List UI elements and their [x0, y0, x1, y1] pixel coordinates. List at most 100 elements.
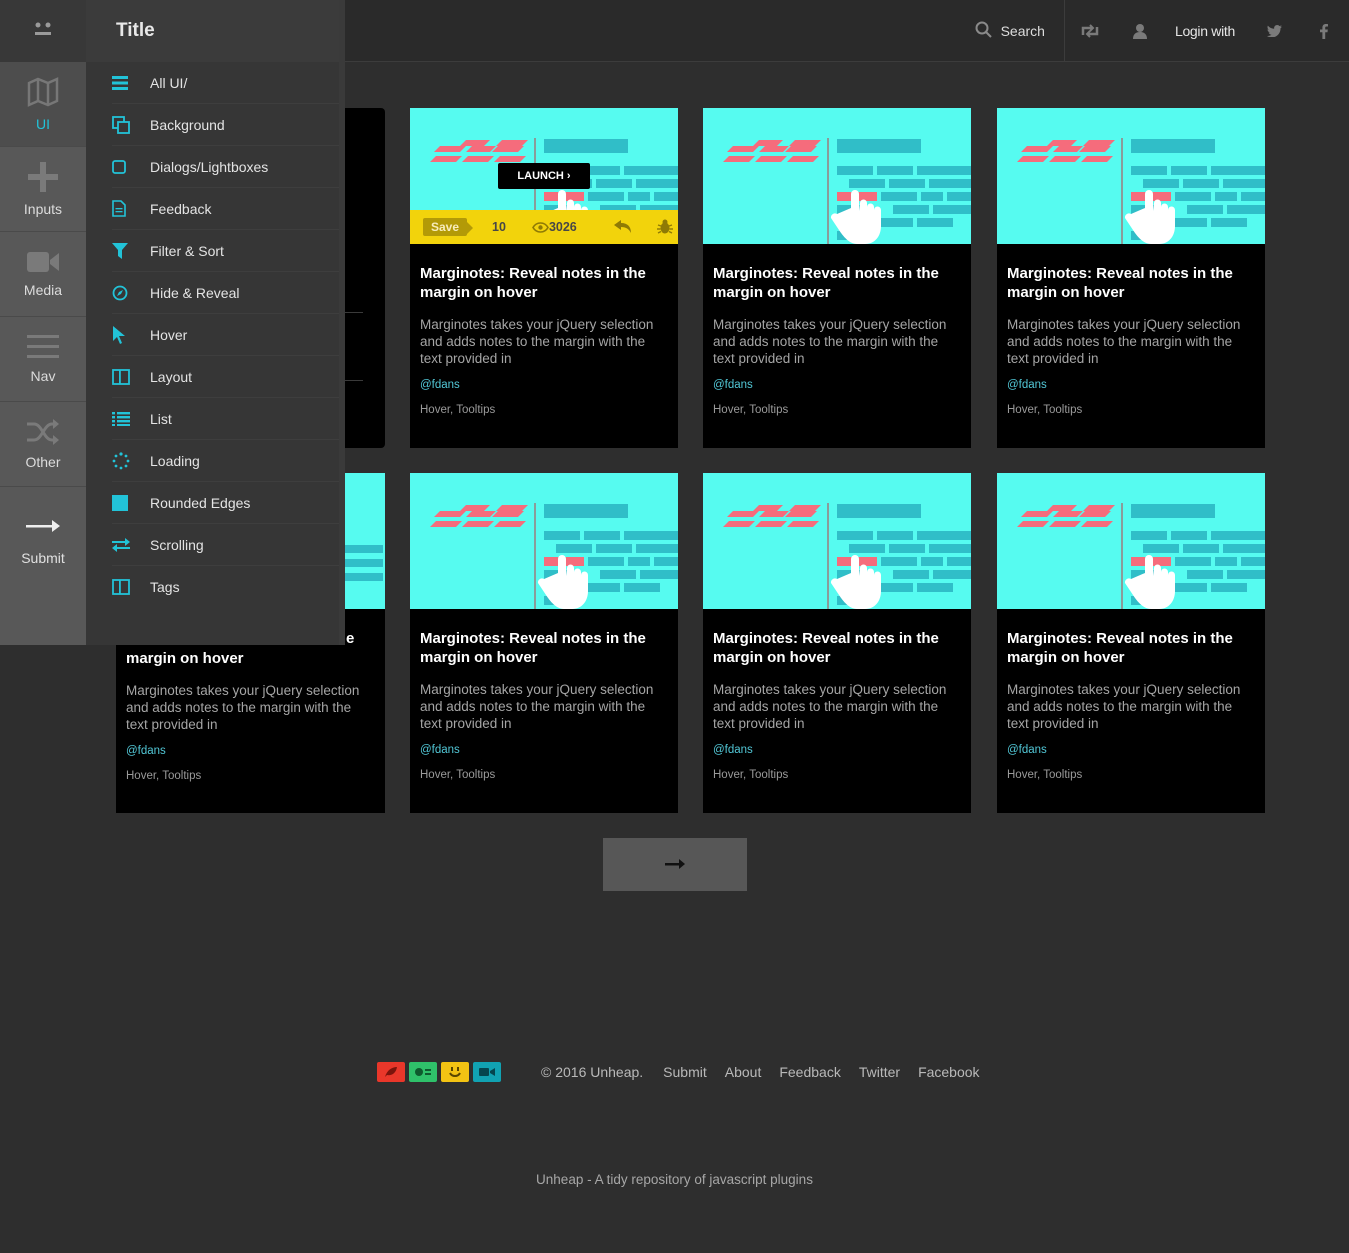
launch-button[interactable]: LAUNCH ›: [498, 163, 590, 189]
card-body: Marginotes: Reveal notes in the margin o…: [410, 244, 678, 416]
card-tags[interactable]: Hover, Tooltips: [1007, 769, 1255, 781]
toggle-icon[interactable]: [409, 1062, 437, 1082]
card-description: Marginotes takes your jQuery selection a…: [420, 317, 654, 366]
next-page-button[interactable]: [603, 838, 747, 891]
plugin-card[interactable]: Marginotes: Reveal notes in the margin o…: [410, 473, 678, 813]
footer-link-about[interactable]: About: [725, 1064, 762, 1080]
flyout-item-hover[interactable]: Hover: [112, 314, 339, 356]
card-description: Marginotes takes your jQuery selection a…: [1007, 682, 1241, 731]
card-tags[interactable]: Hover, Tooltips: [420, 769, 668, 781]
video-camera-icon: [27, 251, 59, 276]
flyout-item-rounded-edges[interactable]: Rounded Edges: [112, 482, 339, 524]
card-title[interactable]: Marginotes: Reveal notes in the margin o…: [1007, 629, 1255, 667]
footer-link-feedback[interactable]: Feedback: [779, 1064, 840, 1080]
smiley-icon[interactable]: [441, 1062, 469, 1082]
card-title[interactable]: Marginotes: Reveal notes in the margin o…: [713, 264, 961, 302]
card-author[interactable]: @fdans: [420, 379, 668, 391]
footer-link-submit[interactable]: Submit: [663, 1064, 707, 1080]
leaf-icon[interactable]: [377, 1062, 405, 1082]
flyout-item-scrolling[interactable]: Scrolling: [112, 524, 339, 566]
layout-icon: [112, 368, 150, 385]
partial-card-title: margin on hover: [126, 650, 244, 667]
top-bar-actions: Search Login with: [975, 0, 1349, 62]
facebook-icon[interactable]: [1299, 0, 1349, 62]
card-thumbnail[interactable]: [997, 473, 1265, 609]
rail-item-label: Nav: [30, 367, 56, 384]
filled-square-icon: [112, 494, 150, 511]
plugin-card[interactable]: Marginotes: Reveal notes in the margin o…: [703, 473, 971, 813]
rail-submit-button[interactable]: Submit: [0, 487, 86, 597]
search-icon: [975, 21, 992, 41]
reply-icon[interactable]: [613, 220, 632, 234]
flyout-item-label: Feedback: [150, 200, 212, 217]
logo[interactable]: [0, 0, 86, 62]
card-author[interactable]: @fdans: [1007, 744, 1255, 756]
card-body: Marginotes: Reveal notes in the margin o…: [703, 609, 971, 781]
flyout-item-background[interactable]: Background: [112, 104, 339, 146]
flyout-item-loading[interactable]: Loading: [112, 440, 339, 482]
card-thumbnail[interactable]: [703, 473, 971, 609]
flyout-item-all-ui[interactable]: All UI/: [112, 62, 339, 104]
flyout-item-label: Filter & Sort: [150, 242, 224, 259]
user-icon[interactable]: [1115, 0, 1165, 62]
flyout-item-feedback[interactable]: Feedback: [112, 188, 339, 230]
rail-item-media[interactable]: Media: [0, 232, 86, 317]
save-button[interactable]: Save: [423, 218, 474, 236]
plugin-card[interactable]: Marginotes: Reveal notes in the margin o…: [997, 108, 1265, 448]
card-title[interactable]: Marginotes: Reveal notes in the margin o…: [1007, 264, 1255, 302]
card-body: Marginotes: Reveal notes in the margin o…: [410, 609, 678, 781]
flyout-item-hide-reveal[interactable]: Hide & Reveal: [112, 272, 339, 314]
card-thumbnail[interactable]: [703, 108, 971, 244]
card-thumbnail[interactable]: [410, 473, 678, 609]
rail-item-ui[interactable]: UI: [0, 62, 86, 147]
flyout-item-filter-sort[interactable]: Filter & Sort: [112, 230, 339, 272]
card-author[interactable]: @fdans: [1007, 379, 1255, 391]
plugin-card[interactable]: LAUNCH › Save 10 3026 Marginotes: Reveal not…: [410, 108, 678, 448]
footer-link-twitter[interactable]: Twitter: [859, 1064, 900, 1080]
search-button[interactable]: Search: [975, 0, 1065, 62]
card-tags[interactable]: Hover, Tooltips: [713, 769, 961, 781]
footer-logos: [377, 1062, 501, 1082]
partial-card-author[interactable]: @fdans: [126, 745, 376, 757]
card-body: Marginotes: Reveal notes in the margin o…: [997, 244, 1265, 416]
card-tags[interactable]: Hover, Tooltips: [420, 404, 668, 416]
rail-item-other[interactable]: Other: [0, 402, 86, 487]
retweet-icon[interactable]: [1065, 0, 1115, 62]
card-thumbnail[interactable]: [997, 108, 1265, 244]
rail-item-inputs[interactable]: Inputs: [0, 147, 86, 232]
flyout-item-layout[interactable]: Layout: [112, 356, 339, 398]
flyout-item-label: Rounded Edges: [150, 494, 251, 511]
rail-item-label: Other: [25, 453, 61, 470]
card-thumbnail[interactable]: LAUNCH › Save 10 3026: [410, 108, 678, 244]
card-author[interactable]: @fdans: [713, 744, 961, 756]
partial-card-top[interactable]: [339, 108, 385, 448]
flyout-item-list[interactable]: List: [112, 398, 339, 440]
layout-icon: [112, 579, 150, 595]
flyout-item-tags[interactable]: Tags: [112, 566, 339, 608]
rail-item-label: UI: [36, 115, 50, 132]
plugin-card[interactable]: Marginotes: Reveal notes in the margin o…: [703, 108, 971, 448]
card-author[interactable]: @fdans: [420, 744, 668, 756]
partial-card-tags[interactable]: Hover, Tooltips: [126, 770, 376, 782]
plugin-card[interactable]: Marginotes: Reveal notes in the margin o…: [997, 473, 1265, 813]
smiley-logo-icon: [33, 22, 53, 41]
list-icon: [112, 75, 150, 90]
card-title[interactable]: Marginotes: Reveal notes in the margin o…: [420, 264, 668, 302]
footer-link-facebook[interactable]: Facebook: [918, 1064, 979, 1080]
square-icon: [112, 159, 150, 174]
twitter-icon[interactable]: [1249, 0, 1299, 62]
document-icon: [112, 200, 150, 217]
card-title[interactable]: Marginotes: Reveal notes in the margin o…: [713, 629, 961, 667]
card-tags[interactable]: Hover, Tooltips: [1007, 404, 1255, 416]
bug-icon[interactable]: [656, 219, 673, 235]
card-title[interactable]: Marginotes: Reveal notes in the margin o…: [420, 629, 668, 667]
flyout-item-dialogs-lightboxes[interactable]: Dialogs/Lightboxes: [112, 146, 339, 188]
card-action-bar: Save 10 3026: [410, 210, 678, 244]
video-camera-icon[interactable]: [473, 1062, 501, 1082]
rail-item-nav[interactable]: Nav: [0, 317, 86, 402]
menu-icon: [27, 334, 59, 362]
card-tags[interactable]: Hover, Tooltips: [713, 404, 961, 416]
footer-links: © 2016 Unheap. Submit About Feedback Twi…: [541, 1064, 980, 1080]
card-author[interactable]: @fdans: [713, 379, 961, 391]
cursor-icon: [112, 325, 150, 344]
